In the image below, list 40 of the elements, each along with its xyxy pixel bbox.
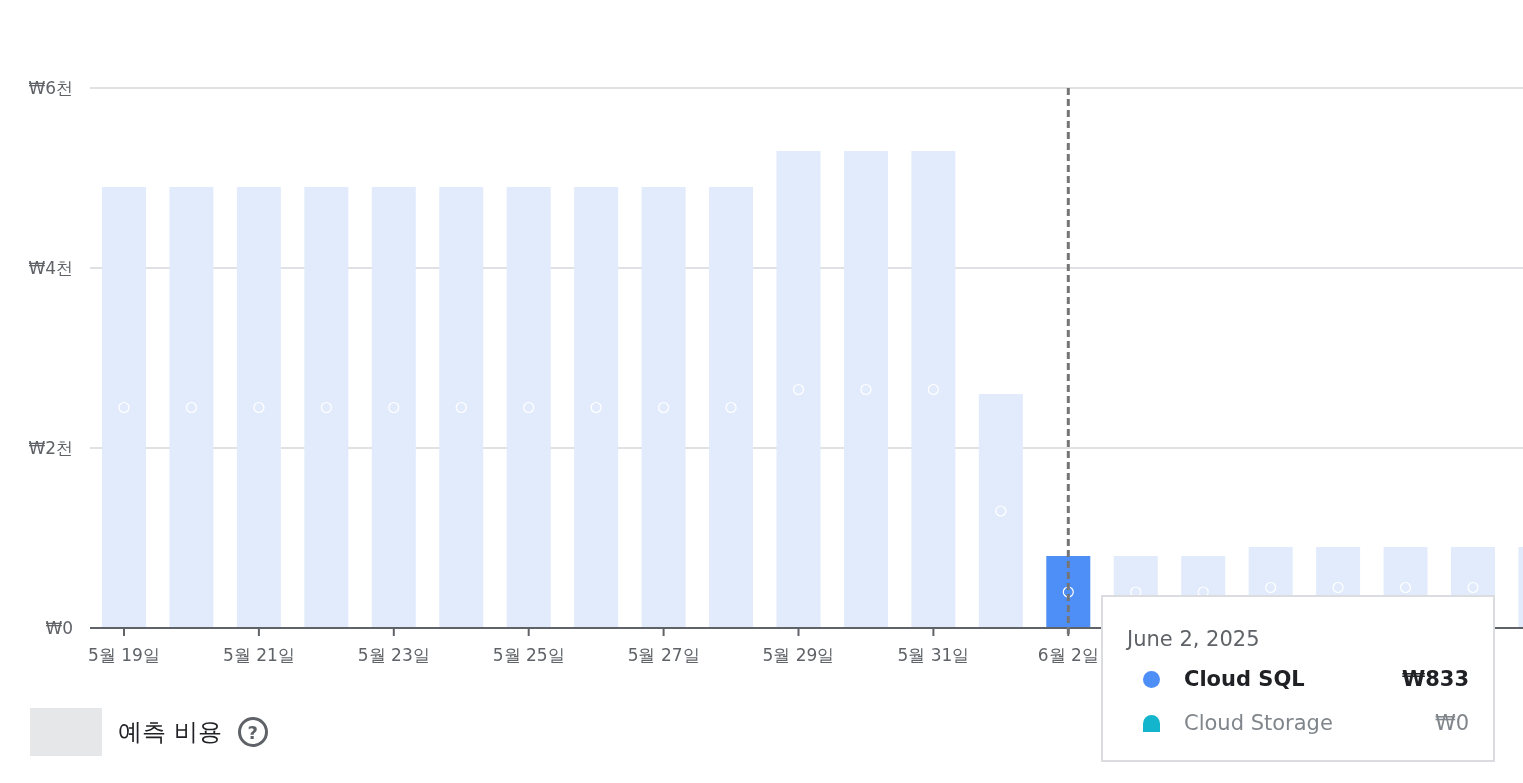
- point-marker: [185, 401, 198, 414]
- y-tick-label: ₩6천: [28, 78, 73, 98]
- tooltip-date: June 2, 2025: [1127, 627, 1261, 651]
- point-marker: [118, 401, 130, 414]
- point-marker: [1332, 581, 1344, 594]
- series-value: ₩0: [1434, 711, 1469, 735]
- x-tick-label: 5월 25일: [492, 645, 565, 665]
- series-name: Cloud Storage: [1184, 711, 1334, 735]
- point-marker: [253, 401, 265, 414]
- x-tick-label: 5월 27일: [627, 645, 700, 665]
- series-value: ₩833: [1402, 667, 1469, 691]
- y-tick-label: ₩4천: [28, 258, 73, 278]
- point-marker: [658, 401, 670, 414]
- point-marker: [792, 383, 805, 396]
- point-marker: [995, 505, 1007, 517]
- bar[interactable]: [1046, 556, 1091, 628]
- x-tick-label: 5월 29일: [762, 645, 835, 665]
- point-marker: [388, 401, 400, 414]
- x-tick-label: 5월 23일: [357, 645, 430, 665]
- series-name: Cloud SQL: [1184, 667, 1306, 691]
- y-tick-label: ₩2천: [28, 438, 73, 458]
- point-marker: [320, 401, 332, 414]
- point-marker: [1062, 586, 1074, 598]
- point-marker: [860, 383, 872, 396]
- point-marker: [590, 401, 602, 414]
- point-marker: [523, 401, 535, 414]
- x-tick-label: 5월 21일: [222, 645, 295, 665]
- legend-label: 예측 비용: [118, 717, 222, 748]
- x-tick-label: 5월 31일: [897, 645, 970, 665]
- legend-swatch: [30, 708, 102, 756]
- y-tick-label: ₩0: [45, 618, 73, 638]
- x-tick-label: 5월 19일: [88, 645, 160, 665]
- x-tick-label: 6월 2일: [1037, 645, 1099, 665]
- point-marker: [725, 401, 737, 414]
- help-icon[interactable]: ?: [237, 717, 268, 747]
- point-marker: [927, 383, 939, 396]
- point-marker: [1399, 581, 1412, 594]
- point-marker: [1265, 581, 1277, 594]
- point-marker: [455, 401, 467, 414]
- point-marker: [1467, 581, 1479, 594]
